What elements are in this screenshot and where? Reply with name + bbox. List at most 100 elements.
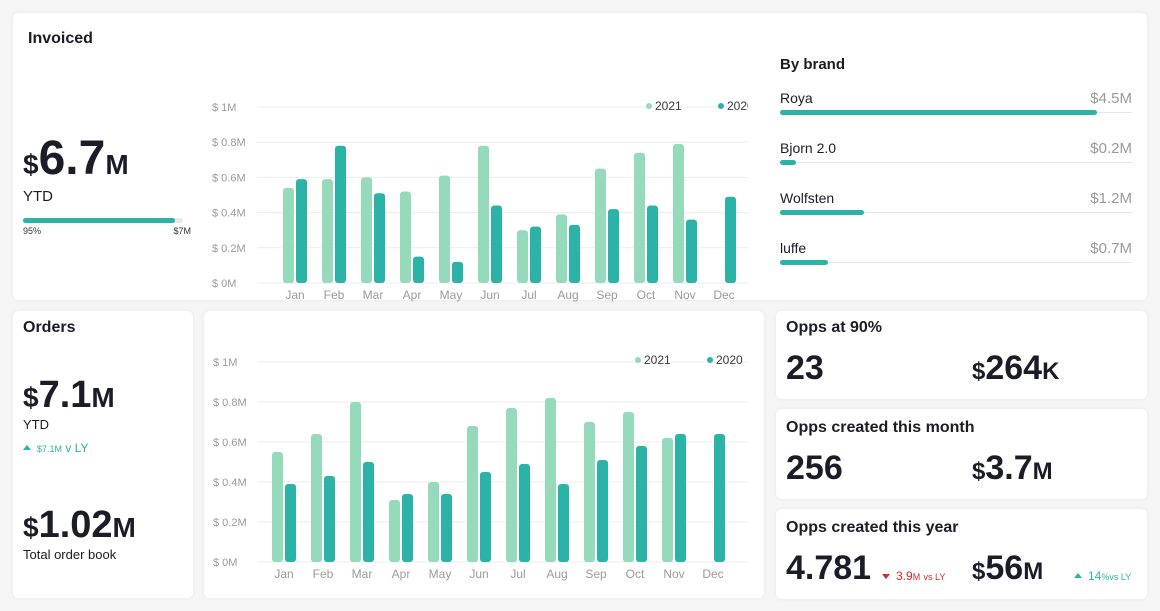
bar-2021	[389, 500, 400, 562]
opps-year-amount-trend: 14%vs LY	[1074, 569, 1131, 583]
bar-2020	[558, 484, 569, 562]
x-tick-label: Jul	[510, 567, 525, 581]
bar-2020	[725, 196, 736, 283]
bar-2020	[491, 205, 502, 283]
bar-2021	[439, 175, 450, 283]
brand-row: Bjorn 2.0 $0.2M	[780, 140, 1132, 190]
x-tick-label: Dec	[702, 567, 723, 581]
orders-trend: $7.1M v LY	[23, 441, 88, 455]
bar-2020	[647, 205, 658, 283]
bar-2021	[283, 187, 294, 283]
x-tick-label: May	[440, 288, 463, 302]
bar-2020	[686, 219, 697, 283]
x-tick-label: Jun	[469, 567, 488, 581]
x-tick-label: Oct	[626, 567, 645, 581]
y-tick-label: $ 0.2M	[212, 243, 246, 255]
x-tick-label: Mar	[352, 567, 373, 581]
bar-2020	[363, 462, 374, 562]
x-tick-label: Feb	[313, 567, 334, 581]
bar-2021	[350, 402, 361, 562]
bar-2021	[478, 145, 489, 283]
x-tick-label: Sep	[585, 567, 607, 581]
brand-row: Roya $4.5M	[780, 90, 1132, 140]
legend-label: 2020	[716, 353, 743, 367]
bar-2021	[584, 422, 595, 562]
bar-2020	[324, 476, 335, 562]
opps-year-count-trend: 3.9M vs LY	[882, 569, 945, 583]
bar-2020	[374, 193, 385, 283]
trend-up-icon	[23, 445, 31, 450]
y-tick-label: $ 0.6M	[212, 172, 246, 184]
y-tick-label: $ 0.8M	[212, 137, 246, 149]
invoiced-progress-track	[23, 218, 183, 223]
bar-2021	[400, 191, 411, 283]
x-tick-label: Jul	[521, 288, 536, 302]
bar-2021	[361, 177, 372, 283]
brand-name: Wolfsten	[780, 190, 835, 206]
y-tick-label: $ 0.2M	[213, 517, 247, 529]
x-tick-label: Oct	[637, 288, 656, 302]
orders-book-label: Total order book	[23, 547, 117, 562]
bar-2021	[428, 482, 439, 562]
opps-year-amount: $56M	[972, 549, 1044, 587]
x-tick-label: Jan	[274, 567, 293, 581]
trend-down-icon	[882, 574, 890, 579]
bar-2021	[545, 398, 556, 562]
legend-dot	[707, 357, 713, 363]
brand-value: $0.2M	[1090, 140, 1132, 157]
bar-2021	[467, 426, 478, 562]
bar-2021	[673, 143, 684, 283]
y-tick-label: $ 1M	[213, 357, 237, 369]
bar-2020	[519, 464, 530, 562]
x-tick-label: Jun	[480, 288, 499, 302]
x-tick-label: Aug	[557, 288, 578, 302]
y-tick-label: $ 0M	[213, 557, 237, 569]
x-tick-label: Dec	[713, 288, 734, 302]
y-tick-label: $ 0.8M	[213, 397, 247, 409]
bar-2021	[634, 152, 645, 283]
orders-title: Orders	[23, 319, 76, 336]
orders-chart-card: $ 0M $ 0.2M $ 0.4M $ 0.6M $ 0.8M $ 1M Jan Feb Ma…	[204, 311, 764, 598]
y-tick-label: $ 0M	[212, 278, 236, 290]
bar-2020	[335, 145, 346, 283]
brand-bar-track	[780, 162, 1132, 163]
y-tick-label: $ 1M	[212, 102, 236, 114]
orders-book-value: $1.02M	[23, 504, 136, 546]
x-tick-label: Nov	[663, 567, 684, 581]
bar-2020	[285, 484, 296, 562]
bar-2020	[608, 209, 619, 283]
x-tick-label: Apr	[403, 288, 422, 302]
x-tick-label: Mar	[363, 288, 384, 302]
opps-month-count: 256	[786, 449, 843, 487]
bar-2021	[272, 452, 283, 562]
x-tick-label: Feb	[324, 288, 345, 302]
brand-row: Wolfsten $1.2M	[780, 190, 1132, 240]
x-tick-label: Apr	[392, 567, 411, 581]
opps-90-count: 23	[786, 349, 824, 387]
x-tick-label: Jan	[285, 288, 304, 302]
bar-2021	[623, 412, 634, 562]
invoiced-card: Invoiced $6.7M YTD 95% $7M $ 0M $ 0.2M $ 0…	[13, 13, 1147, 302]
invoiced-target-label: $7M	[173, 226, 191, 236]
opps-90-title: Opps at 90%	[786, 319, 883, 336]
orders-bar-chart: $ 0M $ 0.2M $ 0.4M $ 0.6M $ 0.8M $ 1M Jan Feb Ma…	[213, 353, 749, 581]
brand-value: $1.2M	[1090, 190, 1132, 207]
legend-label: 2020	[727, 99, 748, 113]
brand-name: luffe	[780, 240, 807, 256]
bar-2021	[517, 230, 528, 283]
bar-2020	[441, 494, 452, 562]
opps-year-card: Opps created this year 4.781 3.9M vs LY …	[776, 509, 1147, 599]
orders-ytd-value: $7.1M	[23, 374, 115, 416]
invoiced-ytd-value: $6.7M	[23, 132, 129, 185]
bar-2021	[311, 434, 322, 562]
y-tick-label: $ 0.4M	[212, 208, 246, 220]
bar-2020	[530, 226, 541, 283]
brand-row: luffe $0.7M	[780, 240, 1132, 290]
trend-up-icon	[1074, 573, 1082, 578]
y-tick-label: $ 0.4M	[213, 477, 247, 489]
x-tick-label: Nov	[674, 288, 695, 302]
legend-dot	[635, 357, 641, 363]
opps-90-amount: $264K	[972, 349, 1060, 387]
invoiced-ytd-label: YTD	[23, 188, 53, 205]
bar-2020	[569, 224, 580, 283]
